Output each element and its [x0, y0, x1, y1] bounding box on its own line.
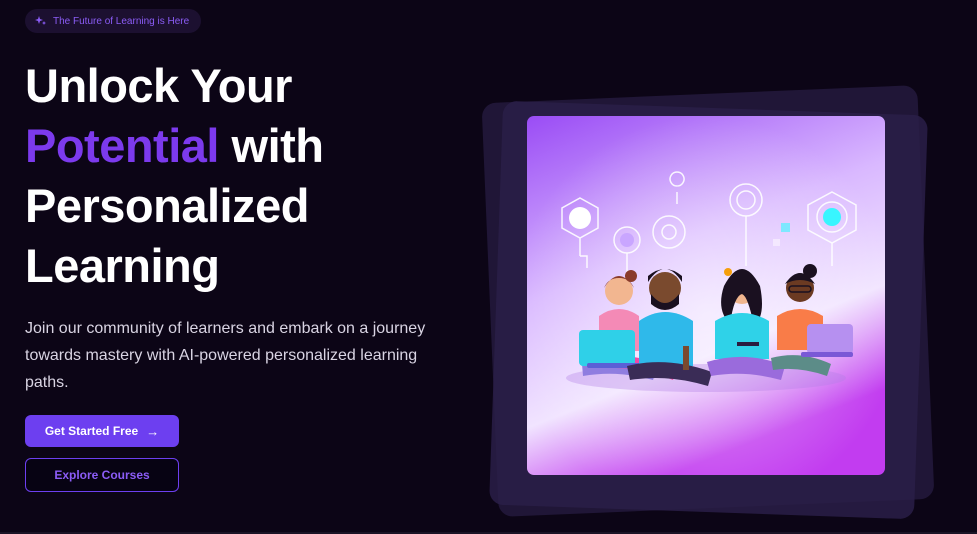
page-title: Unlock Your Potential with Personalized …: [25, 56, 324, 296]
headline-line-1: Unlock Your: [25, 59, 292, 112]
headline-line-4: Learning: [25, 239, 220, 292]
headline-line-3: Personalized: [25, 179, 309, 232]
explore-courses-label: Explore Courses: [54, 468, 150, 482]
sparkle-icon: [35, 16, 46, 25]
get-started-label: Get Started Free: [44, 424, 139, 438]
badge-text: The Future of Learning is Here: [53, 15, 190, 27]
hero-subheading: Join our community of learners and embar…: [25, 320, 426, 391]
headline-accent: Potential: [25, 119, 219, 172]
arrow-right-icon: →: [146, 423, 160, 439]
explore-courses-button[interactable]: Explore Courses: [25, 458, 179, 492]
get-started-button[interactable]: Get Started Free →: [25, 415, 179, 447]
headline-line-2-rest: with: [218, 119, 324, 172]
announcement-badge: The Future of Learning is Here: [25, 9, 202, 33]
hero-illustration: [527, 116, 885, 475]
